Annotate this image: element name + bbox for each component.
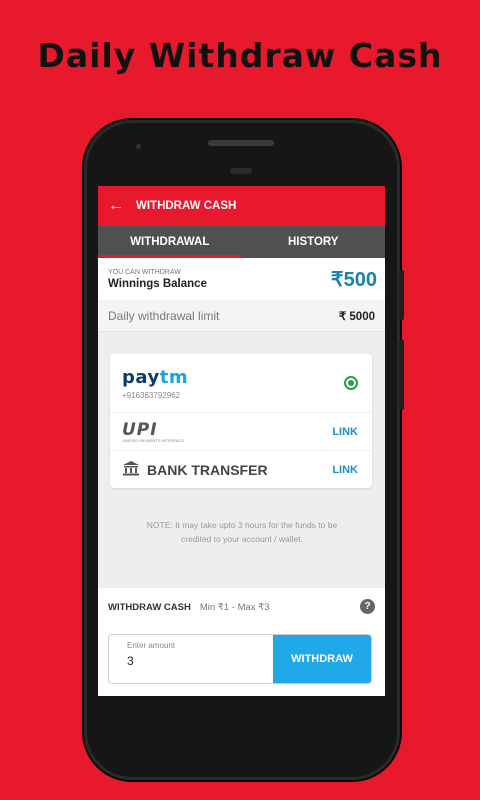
withdraw-cash-title: WITHDRAW CASH [108, 602, 191, 613]
balance-amount: ₹500 [330, 268, 377, 291]
amount-input-placeholder: Enter amount [127, 641, 176, 650]
volume-button [399, 340, 404, 410]
balance-label: Winnings Balance [108, 277, 207, 290]
withdraw-section: WITHDRAW CASH Min ₹1 - Max ₹3 ? Enter am… [98, 588, 385, 696]
payment-option-upi[interactable]: UPI UNIFIED PAYMENTS INTERFACE LINK [110, 412, 372, 450]
tab-history[interactable]: HISTORY [242, 226, 386, 258]
tab-withdrawal[interactable]: WITHDRAWAL [98, 226, 242, 258]
tab-bar: WITHDRAWAL HISTORY [98, 226, 385, 258]
bank-icon [122, 460, 140, 479]
paytm-radio-selected[interactable] [344, 376, 358, 390]
earpiece-speaker [208, 140, 274, 146]
arrow-left-icon[interactable]: ← [108, 198, 124, 214]
help-icon[interactable]: ? [360, 599, 375, 614]
app-bar: ← WITHDRAW CASH [98, 186, 385, 226]
balance-caption: YOU CAN WITHDRAW [108, 268, 181, 276]
withdraw-button[interactable]: WITHDRAW [273, 635, 371, 683]
paytm-phone-number: +916363792962 [122, 390, 181, 400]
payment-methods-card: paytm +916363792962 UPI UNIFIED PAYMENTS… [110, 354, 372, 488]
paytm-logo: paytm [122, 366, 189, 388]
processing-note: NOTE: It may take upto 3 hours for the f… [146, 520, 338, 544]
power-button [399, 270, 404, 320]
amount-input[interactable]: Enter amount 3 [109, 635, 273, 683]
app-bar-title: WITHDRAW CASH [136, 200, 237, 212]
amount-input-value: 3 [127, 654, 134, 668]
amount-input-group: Enter amount 3 WITHDRAW [108, 634, 372, 684]
proximity-sensor [230, 168, 252, 174]
front-camera [136, 144, 141, 149]
bank-link-button[interactable]: LINK [332, 464, 358, 476]
daily-limit-label: Daily withdrawal limit [108, 308, 220, 323]
daily-limit-row: Daily withdrawal limit ₹ 5000 [98, 300, 385, 332]
bank-transfer-label: BANK TRANSFER [147, 461, 268, 478]
upi-logo: UPI UNIFIED PAYMENTS INTERFACE [122, 420, 185, 443]
app-screen: ← WITHDRAW CASH WITHDRAWAL HISTORY YOU C… [98, 186, 385, 696]
withdraw-range: Min ₹1 - Max ₹3 [199, 602, 270, 613]
upi-link-button[interactable]: LINK [332, 426, 358, 438]
daily-limit-value: ₹ 5000 [338, 310, 375, 323]
balance-section: YOU CAN WITHDRAW Winnings Balance ₹500 [98, 258, 385, 300]
phone-frame: ← WITHDRAW CASH WITHDRAWAL HISTORY YOU C… [84, 120, 404, 780]
payment-option-paytm[interactable]: paytm +916363792962 [110, 354, 372, 412]
payment-option-bank[interactable]: BANK TRANSFER LINK [110, 450, 372, 488]
promo-headline: Daily Withdraw Cash [37, 36, 443, 75]
